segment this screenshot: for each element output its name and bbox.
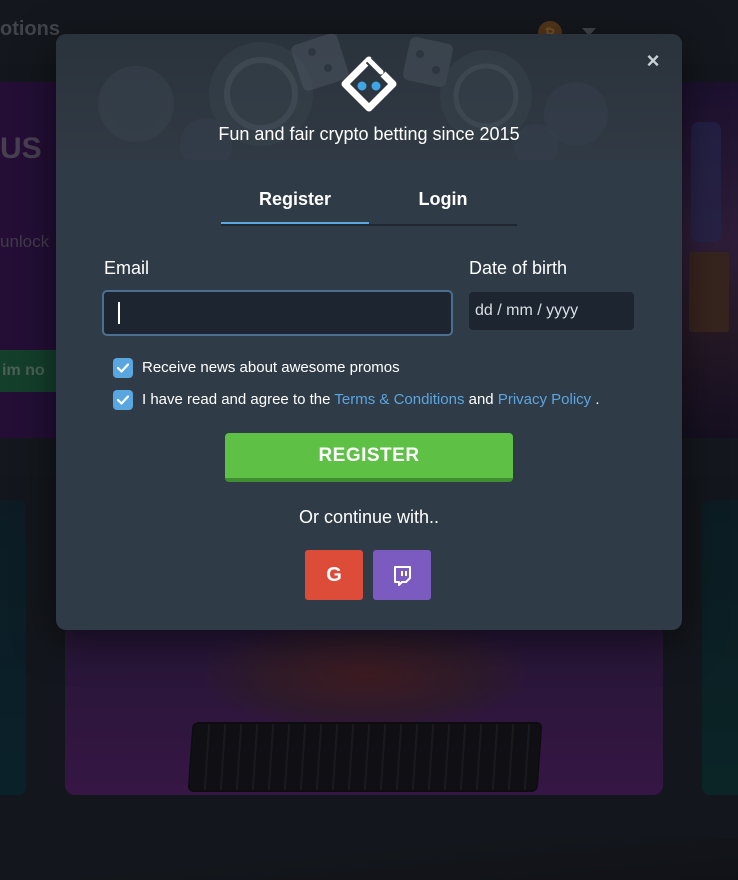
privacy-policy-link[interactable]: Privacy Policy (498, 391, 591, 408)
terms-suffix: . (595, 391, 600, 408)
news-checkbox[interactable] (113, 358, 133, 378)
twitch-login-button[interactable] (373, 550, 431, 600)
google-login-button[interactable]: G (305, 550, 363, 600)
checkmark-icon (117, 395, 129, 405)
close-button[interactable]: × (642, 50, 664, 72)
register-button[interactable]: REGISTER (225, 433, 513, 482)
site-logo-icon (341, 56, 397, 112)
twitch-icon (394, 566, 411, 586)
google-icon: G (326, 564, 342, 586)
news-consent-label: Receive news about awesome promos (142, 359, 400, 376)
text-cursor (118, 302, 120, 324)
continue-with-label: Or continue with.. (298, 507, 440, 527)
modal-tagline: Fun and fair crypto betting since 2015 (218, 124, 520, 144)
register-modal: Fun and fair crypto betting since 2015 ×… (56, 34, 682, 630)
tab-register[interactable]: Register (221, 184, 369, 224)
date-of-birth-field[interactable]: dd / mm / yyyy (469, 292, 634, 330)
terms-prefix: I have read and agree to the (142, 391, 331, 408)
tab-login[interactable]: Login (369, 184, 517, 224)
terms-link[interactable]: Terms & Conditions (334, 391, 464, 408)
auth-tabs: Register Login (221, 184, 517, 226)
active-tab-indicator (221, 222, 369, 224)
modal-header: Fun and fair crypto betting since 2015 × (56, 34, 682, 160)
email-label: Email (104, 258, 150, 278)
date-of-birth-label: Date of birth (469, 258, 568, 278)
email-field[interactable] (102, 290, 453, 336)
terms-and: and (468, 391, 494, 408)
terms-consent-label: I have read and agree to the Terms & Con… (142, 390, 600, 410)
terms-checkbox[interactable] (113, 390, 133, 410)
checkmark-icon (117, 363, 129, 373)
